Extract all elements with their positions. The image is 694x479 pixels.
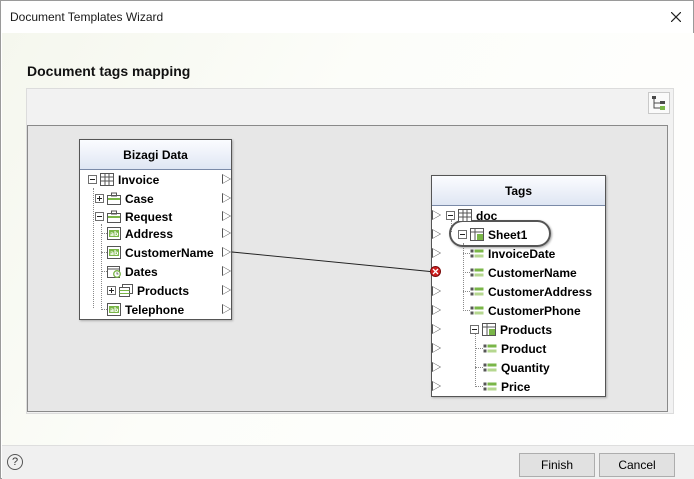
- tags-header: Tags: [432, 176, 605, 206]
- node-label: CustomerName: [125, 245, 214, 260]
- tag-field-icon: [470, 306, 484, 315]
- sheet-icon: [470, 228, 484, 241]
- connector-port[interactable]: [222, 174, 231, 184]
- connector-error-icon[interactable]: [430, 266, 441, 277]
- title-bar: Document Templates Wizard: [1, 1, 693, 33]
- connector-port[interactable]: [222, 266, 231, 276]
- connector-port[interactable]: [222, 285, 231, 295]
- auto-layout-button[interactable]: [648, 92, 670, 114]
- text-field-icon: ab: [107, 303, 121, 316]
- dialog-footer: ? Finish Cancel: [2, 445, 694, 479]
- connector-port[interactable]: [432, 210, 441, 220]
- connector-port[interactable]: [432, 248, 441, 258]
- tree-node-dates[interactable]: Dates: [107, 262, 158, 281]
- window-title: Document Templates Wizard: [10, 10, 164, 24]
- connector-port[interactable]: [432, 362, 441, 372]
- wizard-window: Document Templates Wizard Document tags …: [0, 0, 694, 479]
- svg-text:ab: ab: [110, 250, 119, 257]
- finish-button[interactable]: Finish: [519, 453, 595, 477]
- tag-node-customeraddress[interactable]: CustomerAddress: [470, 282, 592, 301]
- tag-node-sheet1[interactable]: Sheet1: [458, 225, 527, 244]
- node-label: Case: [125, 191, 154, 206]
- text-field-icon: ab: [107, 246, 121, 259]
- connector-port[interactable]: [222, 304, 231, 314]
- bizagi-data-header: Bizagi Data: [80, 140, 231, 170]
- node-label: Request: [125, 209, 173, 224]
- text-field-icon: ab: [107, 227, 121, 240]
- tag-node-invoicedate[interactable]: InvoiceDate: [470, 244, 555, 263]
- tree-layout-icon: [652, 96, 665, 110]
- tag-field-icon: [470, 249, 484, 258]
- node-label: CustomerName: [488, 265, 577, 280]
- collapse-icon[interactable]: [470, 325, 479, 334]
- connector-port[interactable]: [432, 324, 441, 334]
- table-icon: [458, 209, 472, 222]
- node-label: Address: [125, 226, 174, 241]
- tree-node-case[interactable]: Case: [95, 189, 154, 208]
- collapse-icon[interactable]: [95, 212, 104, 221]
- svg-text:ab: ab: [110, 231, 119, 238]
- node-label: CustomerPhone: [488, 303, 581, 318]
- tag-node-doc[interactable]: doc: [446, 206, 497, 225]
- collapse-icon[interactable]: [88, 175, 97, 184]
- briefcase-icon: [107, 192, 121, 205]
- connector-port[interactable]: [222, 247, 231, 257]
- tree-node-invoice[interactable]: Invoice: [88, 170, 159, 189]
- cancel-button[interactable]: Cancel: [599, 453, 675, 477]
- tag-field-icon: [483, 382, 497, 391]
- tag-node-customerphone[interactable]: CustomerPhone: [470, 301, 581, 320]
- table-icon: [100, 173, 114, 186]
- connector-port[interactable]: [432, 381, 441, 391]
- collection-icon: [119, 284, 133, 297]
- node-label: doc: [476, 208, 498, 223]
- expand-icon[interactable]: [107, 286, 116, 295]
- node-label: Price: [501, 379, 531, 394]
- connector-port[interactable]: [222, 193, 231, 203]
- node-label: Products: [500, 322, 553, 337]
- connector-port[interactable]: [432, 229, 441, 239]
- node-label: Quantity: [501, 360, 550, 375]
- tag-field-icon: [483, 344, 497, 353]
- close-button[interactable]: [659, 1, 693, 32]
- tree-node-telephone[interactable]: ab Telephone: [107, 300, 184, 319]
- tag-field-icon: [470, 287, 484, 296]
- tree-node-address[interactable]: ab Address: [107, 224, 173, 243]
- tree-node-products[interactable]: Products: [107, 281, 189, 300]
- tag-node-price[interactable]: Price: [483, 377, 530, 396]
- node-label: Telephone: [125, 302, 185, 317]
- connector-port[interactable]: [222, 228, 231, 238]
- table-icon: [482, 323, 496, 336]
- collapse-icon[interactable]: [458, 230, 467, 239]
- node-label: Sheet1: [488, 227, 528, 242]
- close-icon: [671, 11, 681, 22]
- node-label: CustomerAddress: [488, 284, 593, 299]
- node-label: Invoice: [118, 172, 160, 187]
- page-title: Document tags mapping: [27, 63, 191, 79]
- node-label: InvoiceDate: [488, 246, 556, 261]
- tag-field-icon: [483, 363, 497, 372]
- node-label: Products: [137, 283, 190, 298]
- calendar-icon: [107, 266, 121, 278]
- help-button[interactable]: ?: [7, 454, 23, 470]
- tag-node-product[interactable]: Product: [483, 339, 546, 358]
- tag-node-customername[interactable]: CustomerName: [470, 263, 577, 282]
- connector-port[interactable]: [432, 343, 441, 353]
- connector-port[interactable]: [432, 286, 441, 296]
- svg-text:ab: ab: [110, 307, 119, 314]
- expand-icon[interactable]: [95, 194, 104, 203]
- connector-port[interactable]: [222, 211, 231, 221]
- node-label: Dates: [125, 264, 158, 279]
- collapse-icon[interactable]: [446, 211, 455, 220]
- tag-node-quantity[interactable]: Quantity: [483, 358, 550, 377]
- tree-node-customername[interactable]: ab CustomerName: [107, 243, 214, 262]
- connector-port[interactable]: [432, 305, 441, 315]
- tag-field-icon: [470, 268, 484, 277]
- node-label: Product: [501, 341, 547, 356]
- tag-node-products[interactable]: Products: [470, 320, 552, 339]
- briefcase-icon: [107, 210, 121, 223]
